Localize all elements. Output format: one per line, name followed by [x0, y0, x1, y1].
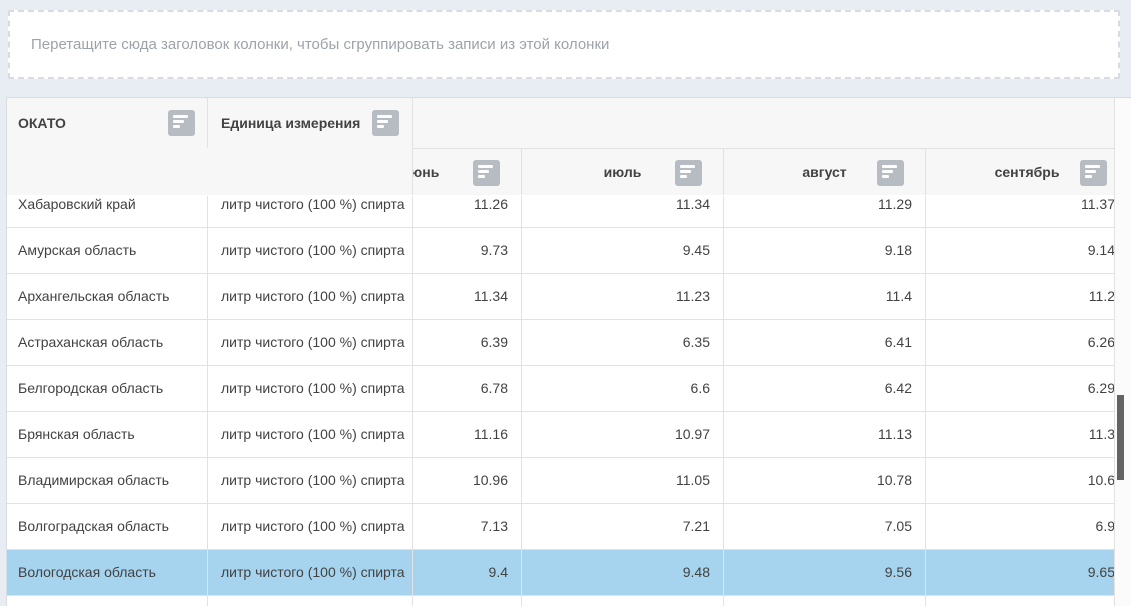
- cell-unit: литр чистого (100 %) спирта: [208, 458, 413, 503]
- cell-july: 6.6: [522, 366, 724, 411]
- table-row[interactable]: 9.73 9.45 9.18 9.14 Амурская область лит…: [7, 228, 1131, 274]
- cell-okato: Хабаровский край: [7, 196, 208, 227]
- grid-body: 11.26 11.34 11.29 11.37 Хабаровский край…: [7, 196, 1131, 606]
- cell-september: 11.2: [926, 274, 1128, 319]
- table-row[interactable]: 11.16 10.97 11.13 11.3 Брянская область …: [7, 412, 1131, 458]
- filter-icon[interactable]: [877, 160, 904, 186]
- cell-unit: литр чистого (100 %) спирта: [208, 196, 413, 227]
- filter-icon[interactable]: [675, 160, 702, 186]
- filter-icon[interactable]: [1080, 160, 1107, 186]
- filter-icon[interactable]: [168, 110, 195, 136]
- column-header-unit[interactable]: Единица измерения: [208, 98, 413, 195]
- group-drop-zone[interactable]: Перетащите сюда заголовок колонки, чтобы…: [8, 10, 1120, 79]
- column-header-august-label: август: [802, 164, 846, 180]
- column-header-okato[interactable]: ОКАТО: [7, 98, 208, 195]
- cell-july: 11.34: [522, 196, 724, 227]
- cell-september: 9.65: [926, 550, 1128, 595]
- cell-august: [724, 596, 926, 606]
- column-header-july-label: июль: [604, 164, 642, 180]
- table-row[interactable]: 11.26 11.34 11.29 11.37 Хабаровский край…: [7, 196, 1131, 228]
- cell-okato: Астраханская область: [7, 320, 208, 365]
- column-header-july[interactable]: июль: [522, 148, 724, 195]
- table-row[interactable]: 6.39 6.35 6.41 6.26 Астраханская область…: [7, 320, 1131, 366]
- cell-july: 7.21: [522, 504, 724, 549]
- cell-september: 11.3: [926, 412, 1128, 457]
- cell-unit: литр чистого (100 %) спирта: [208, 366, 413, 411]
- cell-unit: литр чистого (100 %) спирта: [208, 504, 413, 549]
- cell-unit: литр чистого (100 %) спирта: [208, 228, 413, 273]
- table-row[interactable]: 10.96 11.05 10.78 10.6 Владимирская обла…: [7, 458, 1131, 504]
- cell-unit: литр чистого (100 %) спирта: [208, 320, 413, 365]
- cell-september: 6.26: [926, 320, 1128, 365]
- cell-august: 6.41: [724, 320, 926, 365]
- cell-okato: Белгородская область: [7, 366, 208, 411]
- cell-okato: Владимирская область: [7, 458, 208, 503]
- cell-okato: Архангельская область: [7, 274, 208, 319]
- table-row[interactable]: [7, 596, 1131, 606]
- cell-july: 9.45: [522, 228, 724, 273]
- cell-july: 9.48: [522, 550, 724, 595]
- cell-september: [926, 596, 1128, 606]
- cell-july: 6.35: [522, 320, 724, 365]
- grid-rows: 11.26 11.34 11.29 11.37 Хабаровский край…: [7, 196, 1131, 606]
- table-row[interactable]: 7.13 7.21 7.05 6.9 Волгоградская область…: [7, 504, 1131, 550]
- cell-september: 10.6: [926, 458, 1128, 503]
- cell-september: 9.14: [926, 228, 1128, 273]
- data-grid: июнь июль август сентябрь ОКАТО Единица …: [6, 97, 1131, 606]
- table-row[interactable]: 11.34 11.23 11.4 11.2 Архангельская обла…: [7, 274, 1131, 320]
- cell-september: 6.9: [926, 504, 1128, 549]
- group-drop-zone-hint: Перетащите сюда заголовок колонки, чтобы…: [31, 36, 609, 53]
- cell-august: 9.56: [724, 550, 926, 595]
- cell-okato: Брянская область: [7, 412, 208, 457]
- cell-july: 11.23: [522, 274, 724, 319]
- cell-august: 10.78: [724, 458, 926, 503]
- cell-july: 10.97: [522, 412, 724, 457]
- cell-august: 7.05: [724, 504, 926, 549]
- cell-august: 6.42: [724, 366, 926, 411]
- vertical-scrollbar[interactable]: [1114, 98, 1131, 606]
- table-row-selected[interactable]: 9.4 9.48 9.56 9.65 Вологодская область л…: [7, 550, 1131, 596]
- cell-august: 11.13: [724, 412, 926, 457]
- cell-unit: литр чистого (100 %) спирта: [208, 274, 413, 319]
- cell-okato: Амурская область: [7, 228, 208, 273]
- grid-header: июнь июль август сентябрь ОКАТО Единица …: [7, 98, 1131, 195]
- column-header-unit-label: Единица измерения: [221, 98, 360, 148]
- cell-september: 11.37: [926, 196, 1128, 227]
- cell-july: [522, 596, 724, 606]
- cell-unit: литр чистого (100 %) спирта: [208, 550, 413, 595]
- cell-unit: [208, 596, 413, 606]
- cell-unit: литр чистого (100 %) спирта: [208, 412, 413, 457]
- column-header-august[interactable]: август: [724, 148, 926, 195]
- column-header-okato-label: ОКАТО: [18, 98, 66, 148]
- cell-okato: [7, 596, 208, 606]
- table-row[interactable]: 6.78 6.6 6.42 6.29 Белгородская область …: [7, 366, 1131, 412]
- cell-july: 11.05: [522, 458, 724, 503]
- filter-icon[interactable]: [372, 110, 399, 136]
- filter-icon[interactable]: [473, 160, 500, 186]
- cell-august: 11.4: [724, 274, 926, 319]
- cell-okato: Волгоградская область: [7, 504, 208, 549]
- vertical-scrollbar-thumb[interactable]: [1117, 395, 1124, 480]
- column-header-september-label: сентябрь: [995, 164, 1060, 180]
- cell-september: 6.29: [926, 366, 1128, 411]
- cell-okato: Вологодская область: [7, 550, 208, 595]
- cell-august: 9.18: [724, 228, 926, 273]
- column-header-september[interactable]: сентябрь: [926, 148, 1128, 195]
- cell-august: 11.29: [724, 196, 926, 227]
- header-column-divider: [207, 98, 208, 148]
